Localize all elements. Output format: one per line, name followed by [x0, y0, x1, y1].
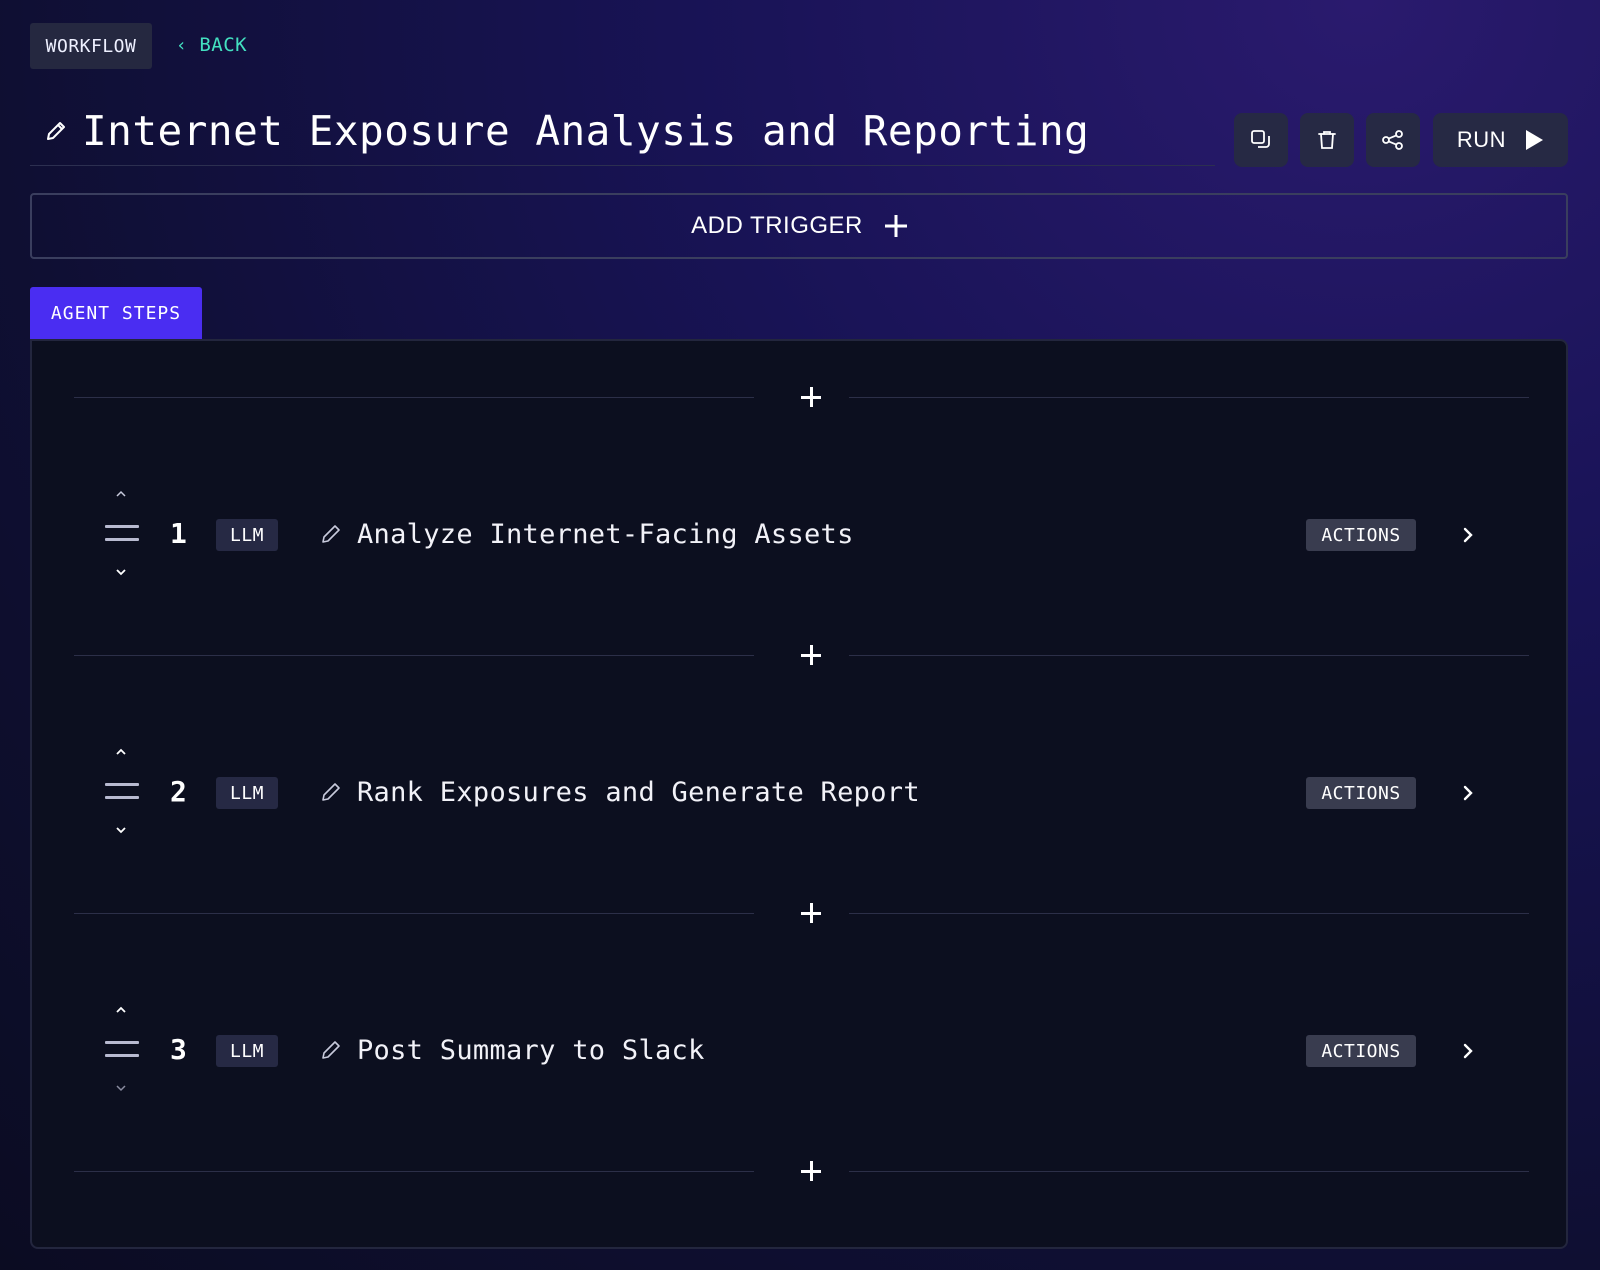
- drag-handle-icon[interactable]: [105, 1041, 139, 1059]
- step-type-badge: LLM: [216, 519, 278, 551]
- add-trigger-label: ADD TRIGGER: [691, 212, 863, 239]
- agent-steps-panel: 1 LLM Analyze Internet-Facing Assets ACT…: [30, 339, 1568, 1249]
- step-insert-divider: [74, 387, 1529, 407]
- move-up-chevron-icon[interactable]: [114, 745, 128, 759]
- breadcrumb-workflow-tag: WORKFLOW: [30, 23, 152, 69]
- chevron-right-icon[interactable]: [1456, 1039, 1480, 1063]
- move-down-chevron-icon[interactable]: [114, 1081, 128, 1095]
- add-trigger-button[interactable]: ADD TRIGGER: [30, 193, 1568, 259]
- workflow-title[interactable]: Internet Exposure Analysis and Reporting: [82, 107, 1089, 155]
- step-insert-divider: [74, 1161, 1529, 1181]
- drag-handle-icon[interactable]: [105, 783, 139, 801]
- step-insert-divider: [74, 645, 1529, 665]
- run-button[interactable]: RUN: [1433, 113, 1568, 167]
- insert-step-plus-icon[interactable]: [801, 645, 821, 665]
- run-label: RUN: [1456, 127, 1507, 152]
- tab-agent-steps[interactable]: AGENT STEPS: [30, 287, 202, 339]
- step-insert-divider: [74, 903, 1529, 923]
- step-row: 2 LLM Rank Exposures and Generate Report…: [32, 745, 1566, 845]
- back-link[interactable]: ‹ BACK: [176, 30, 247, 60]
- back-label: BACK: [199, 34, 248, 56]
- chevron-right-icon[interactable]: [1456, 523, 1480, 547]
- actions-button[interactable]: ACTIONS: [1306, 777, 1416, 809]
- move-up-chevron-icon[interactable]: [114, 487, 128, 501]
- pencil-icon[interactable]: [320, 781, 342, 803]
- insert-step-plus-icon[interactable]: [801, 1161, 821, 1181]
- chevron-left-icon: ‹: [176, 34, 188, 56]
- step-title[interactable]: Rank Exposures and Generate Report: [357, 777, 920, 808]
- step-type-badge: LLM: [216, 777, 278, 809]
- pencil-icon[interactable]: [320, 1039, 342, 1061]
- share-icon: [1382, 130, 1403, 150]
- delete-button[interactable]: [1300, 113, 1354, 167]
- insert-step-plus-icon[interactable]: [801, 903, 821, 923]
- step-type-badge: LLM: [216, 1035, 278, 1067]
- move-down-chevron-icon[interactable]: [114, 565, 128, 579]
- pencil-icon[interactable]: [320, 523, 342, 545]
- move-up-chevron-icon[interactable]: [114, 1003, 128, 1017]
- plus-icon: [884, 215, 907, 237]
- duplicate-button[interactable]: [1234, 113, 1288, 167]
- step-title[interactable]: Post Summary to Slack: [357, 1035, 705, 1066]
- step-title[interactable]: Analyze Internet-Facing Assets: [357, 519, 854, 550]
- chevron-right-icon[interactable]: [1456, 781, 1480, 805]
- copy-icon: [1251, 130, 1270, 148]
- insert-step-plus-icon[interactable]: [801, 387, 821, 407]
- workflow-title-row: Internet Exposure Analysis and Reporting: [30, 96, 1215, 166]
- actions-button[interactable]: ACTIONS: [1306, 1035, 1416, 1067]
- step-number: 2: [170, 775, 187, 808]
- step-row: 1 LLM Analyze Internet-Facing Assets ACT…: [32, 487, 1566, 587]
- step-row: 3 LLM Post Summary to Slack ACTIONS: [32, 1003, 1566, 1103]
- share-button[interactable]: [1366, 113, 1420, 167]
- drag-handle-icon[interactable]: [105, 525, 139, 543]
- pencil-icon[interactable]: [44, 118, 70, 144]
- step-number: 1: [170, 517, 187, 550]
- trash-icon: [1318, 131, 1336, 149]
- actions-button[interactable]: ACTIONS: [1306, 519, 1416, 551]
- step-number: 3: [170, 1033, 187, 1066]
- move-down-chevron-icon[interactable]: [114, 823, 128, 837]
- play-icon: [1526, 130, 1544, 150]
